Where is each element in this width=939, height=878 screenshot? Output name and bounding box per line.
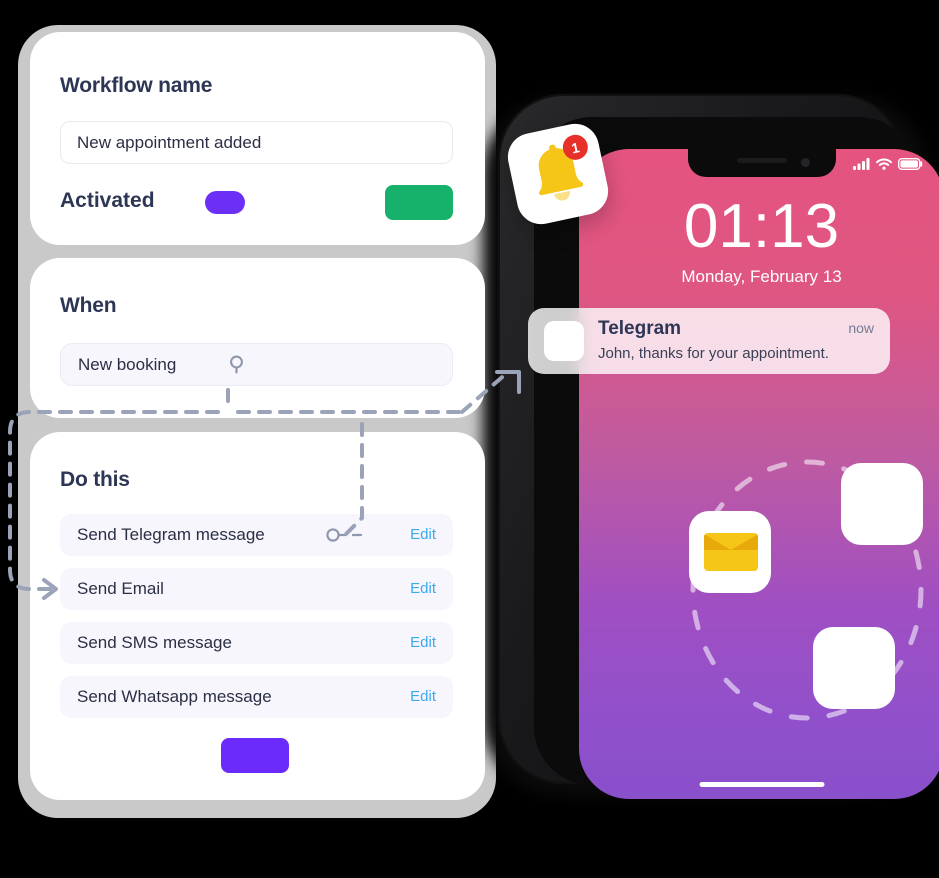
workflow-name-card: Workflow name Activated bbox=[30, 32, 485, 245]
notification-banner[interactable]: Telegram now John, thanks for your appoi… bbox=[528, 308, 890, 374]
envelope-flap bbox=[704, 533, 758, 550]
connector-node-icon bbox=[326, 528, 363, 542]
app-icon-placeholder-bottom[interactable] bbox=[813, 627, 895, 709]
activated-row: Activated bbox=[60, 182, 453, 222]
activated-toggle[interactable] bbox=[205, 191, 245, 214]
phone-screen: 01:13 Monday, February 13 bbox=[579, 149, 939, 799]
do-this-card: Do this Send Telegram message Edit Send … bbox=[30, 432, 485, 800]
status-bar bbox=[853, 158, 923, 170]
action-label: Send Email bbox=[77, 579, 164, 598]
action-row-email[interactable]: Send Email Edit bbox=[60, 568, 453, 610]
edit-link[interactable]: Edit bbox=[410, 526, 436, 543]
do-this-title: Do this bbox=[60, 468, 130, 491]
action-row-whatsapp[interactable]: Send Whatsapp message Edit bbox=[60, 676, 453, 718]
notification-message: John, thanks for your appointment. bbox=[598, 345, 829, 362]
phone-bezel: 01:13 Monday, February 13 bbox=[534, 117, 939, 799]
battery-icon bbox=[898, 158, 923, 170]
app-icon-placeholder-top[interactable] bbox=[841, 463, 923, 545]
screenshot-root: Workflow name Activated When New booking… bbox=[0, 0, 939, 878]
action-label: Send Telegram message bbox=[77, 525, 265, 544]
workflow-name-input[interactable] bbox=[60, 121, 453, 164]
action-row-telegram[interactable]: Send Telegram message Edit bbox=[60, 514, 453, 556]
when-trigger-field[interactable]: New booking bbox=[60, 343, 453, 386]
notification-app-name: Telegram bbox=[598, 318, 682, 339]
cellular-signal-icon bbox=[853, 158, 870, 170]
when-title: When bbox=[60, 294, 117, 317]
edit-link[interactable]: Edit bbox=[410, 688, 436, 705]
telegram-app-icon bbox=[544, 321, 584, 361]
save-button[interactable] bbox=[385, 185, 453, 220]
earpiece-speaker bbox=[736, 158, 787, 163]
action-label: Send Whatsapp message bbox=[77, 687, 272, 706]
notification-time: now bbox=[848, 320, 874, 336]
when-card: When New booking bbox=[30, 258, 485, 418]
action-label: Send SMS message bbox=[77, 633, 232, 652]
phone-notch bbox=[687, 149, 836, 177]
front-camera-icon bbox=[800, 158, 810, 167]
lock-screen-time: 01:13 bbox=[683, 192, 840, 261]
edit-link[interactable]: Edit bbox=[410, 580, 436, 597]
app-icon-mail[interactable] bbox=[689, 511, 771, 593]
wifi-icon bbox=[876, 158, 892, 170]
map-pin-icon bbox=[230, 355, 243, 374]
page-title: Workflow name bbox=[60, 74, 213, 97]
activated-label: Activated bbox=[60, 189, 155, 212]
action-row-sms[interactable]: Send SMS message Edit bbox=[60, 622, 453, 664]
add-action-button[interactable] bbox=[221, 738, 289, 773]
lock-screen-date: Monday, February 13 bbox=[681, 267, 842, 286]
edit-link[interactable]: Edit bbox=[410, 634, 436, 651]
when-trigger-label: New booking bbox=[78, 355, 177, 374]
envelope-icon bbox=[704, 533, 758, 571]
home-indicator[interactable] bbox=[699, 782, 824, 787]
